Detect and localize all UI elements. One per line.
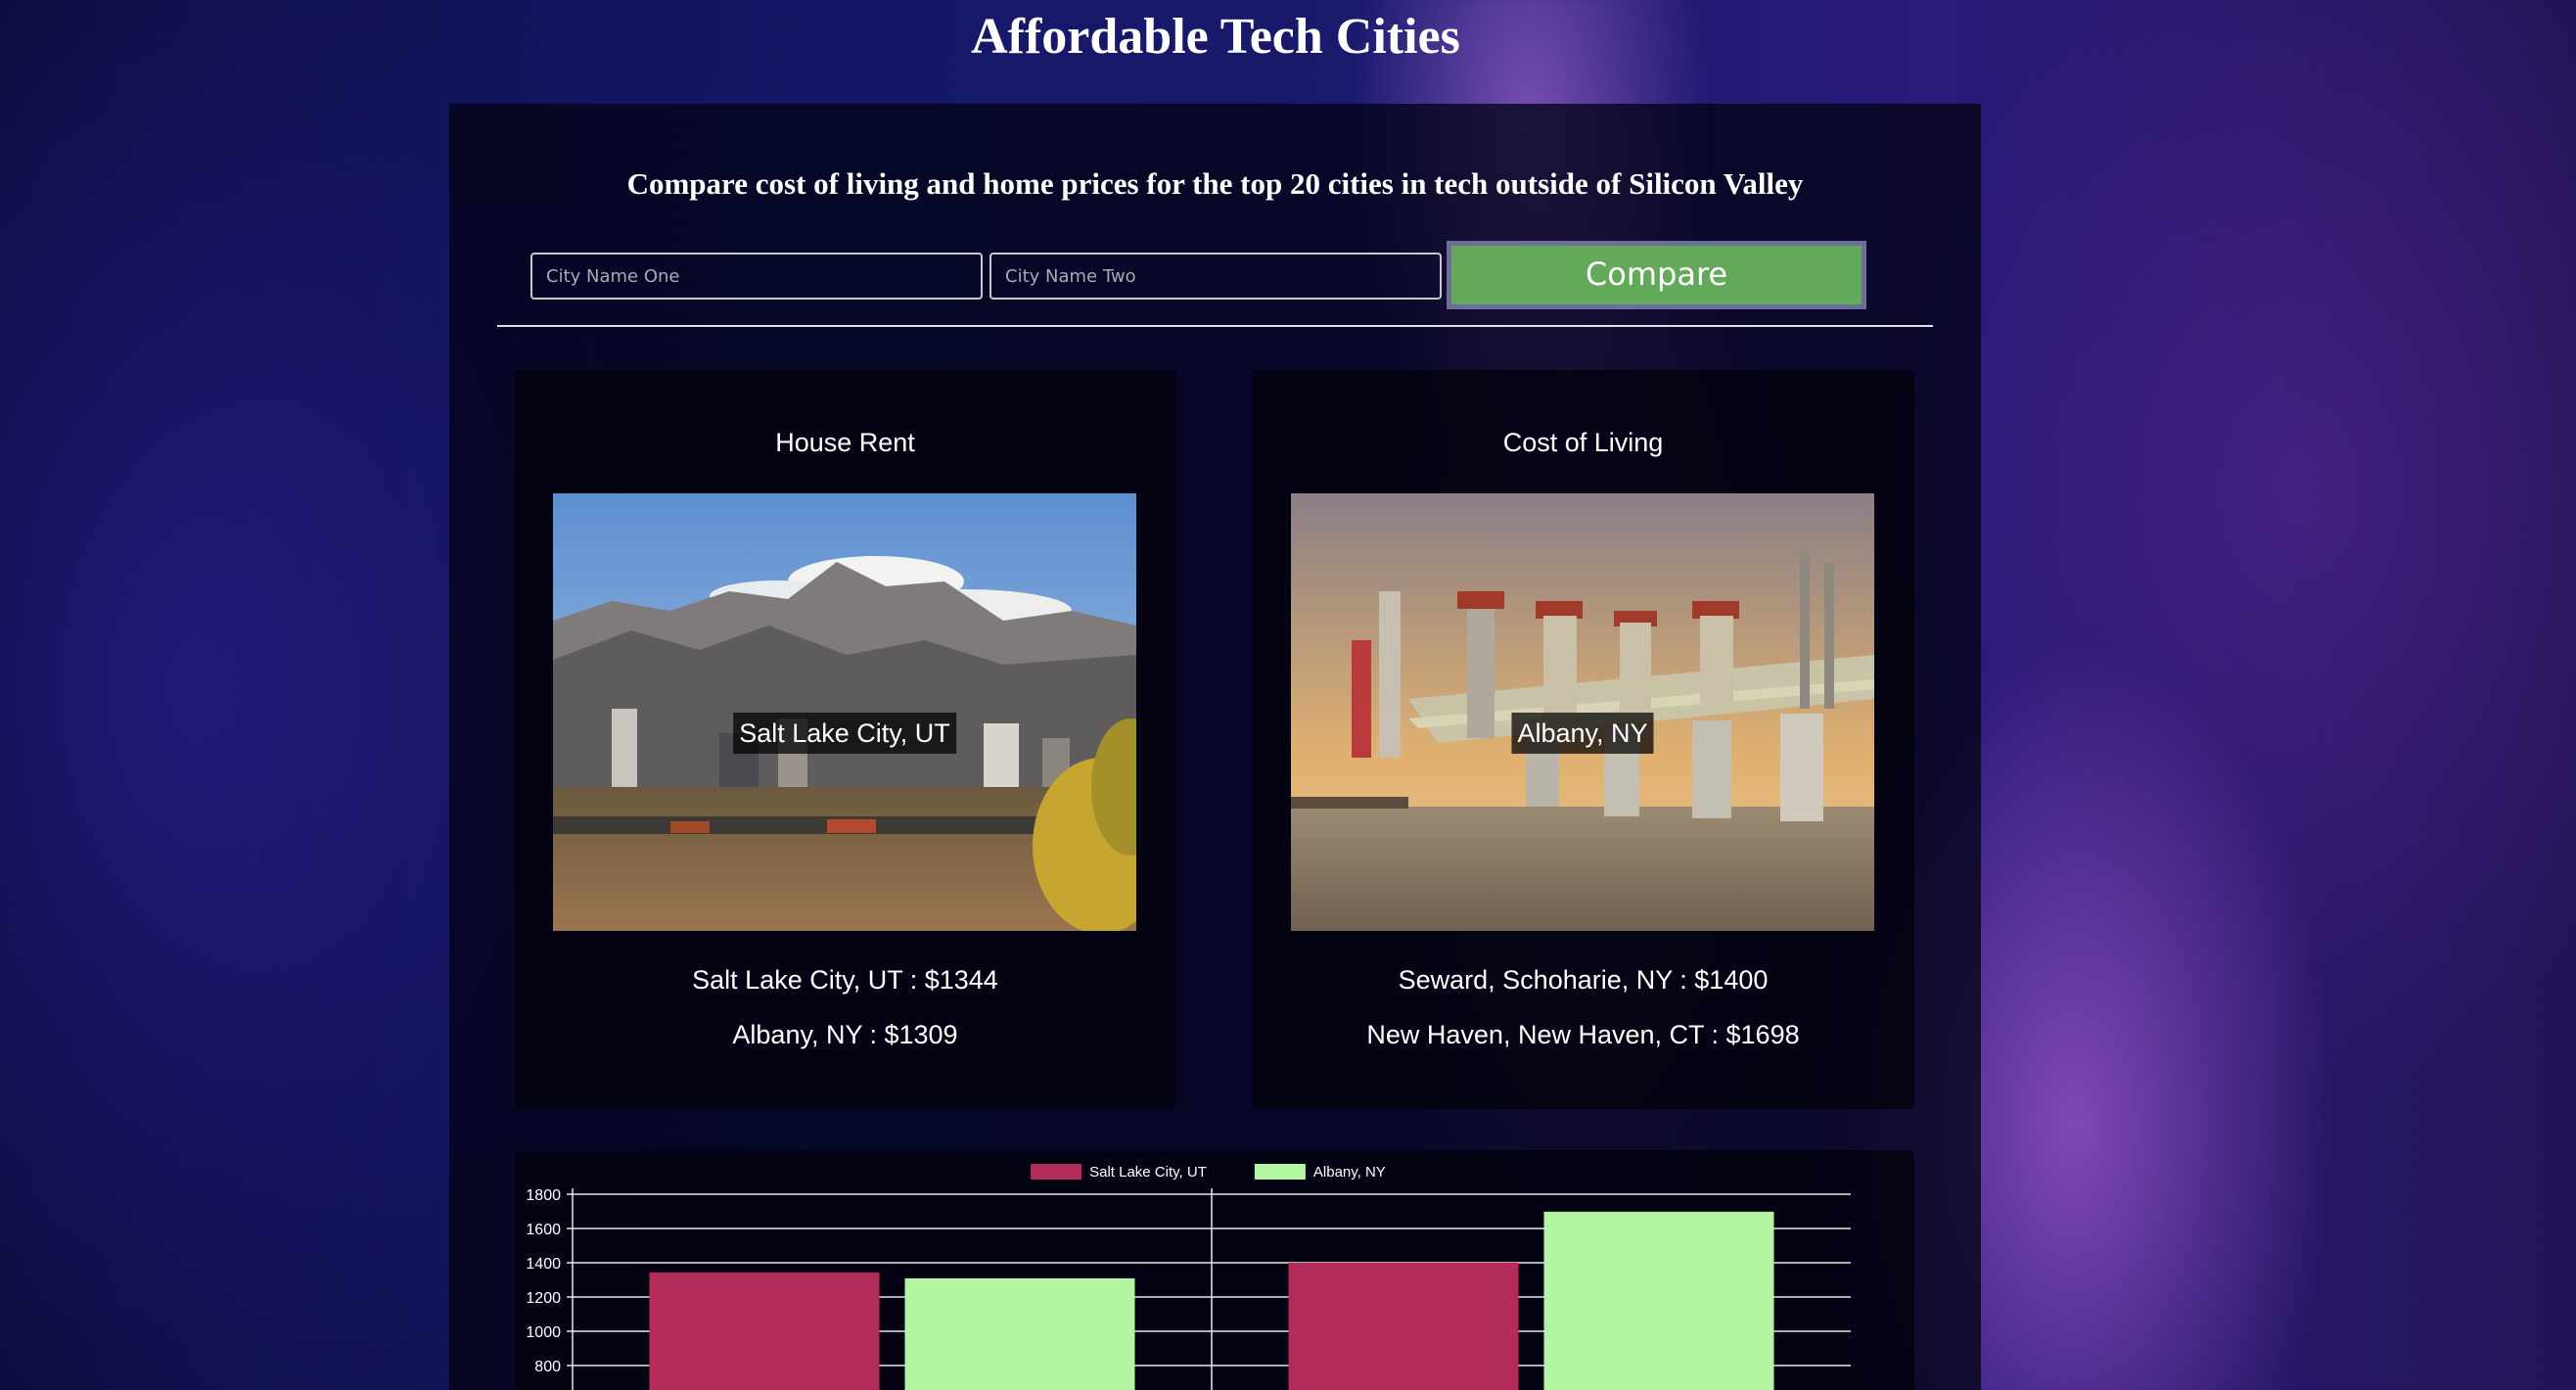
y-tick-label: 1000 [526,1324,561,1341]
house-rent-card: House Rent Salt Lake City, UT Salt Lake … [514,370,1176,1109]
compare-button[interactable]: Compare [1447,241,1866,309]
cost-of-living-line-1: Seward, Schoharie, NY : $1400 [1398,965,1769,995]
bar-salt-lake-city-ut-0 [649,1272,880,1390]
house-rent-line-1: Salt Lake City, UT : $1344 [692,965,998,995]
chart-svg: 1800 1600 1400 1200 1000 800 Salt Lake City, U… [526,1164,1851,1390]
y-tick-label: 1600 [526,1222,561,1238]
y-tick-label: 1800 [526,1187,561,1204]
bar-albany-ny-1 [1543,1211,1774,1390]
house-rent-heading: House Rent [775,428,915,457]
cost-of-living-image-label: Albany, NY [1511,713,1654,754]
y-tick-label: 800 [534,1359,561,1375]
main-panel: Compare cost of living and home prices f… [449,104,1981,1390]
page-title: Affordable Tech Cities [971,9,1460,65]
house-rent-line-2: Albany, NY : $1309 [732,1020,958,1049]
cost-of-living-heading: Cost of Living [1502,428,1664,457]
legend-label: Albany, NY [1313,1164,1386,1181]
bar-salt-lake-city-ut-1 [1288,1263,1519,1390]
albany-image: Albany, NY [1291,493,1874,931]
comparison-chart: 1800 1600 1400 1200 1000 800 Salt Lake City, U… [514,1150,1914,1390]
salt-lake-city-image: Salt Lake City, UT [553,493,1136,931]
legend-label: Salt Lake City, UT [1089,1164,1207,1181]
page-subtitle: Compare cost of living and home prices f… [626,166,1804,201]
bar-albany-ny-0 [904,1277,1135,1390]
city-one-input[interactable] [530,253,983,300]
cost-of-living-card: Cost of Living Albany, NY Seward, Schoha… [1252,370,1914,1109]
cost-of-living-line-2: New Haven, New Haven, CT : $1698 [1366,1020,1800,1049]
legend-swatch [1254,1164,1306,1180]
house-rent-image-label: Salt Lake City, UT [733,713,956,754]
city-two-input[interactable] [989,253,1442,300]
divider [497,325,1933,327]
legend-swatch [1031,1164,1082,1180]
y-tick-label: 1200 [526,1290,561,1307]
y-tick-label: 1400 [526,1256,561,1273]
